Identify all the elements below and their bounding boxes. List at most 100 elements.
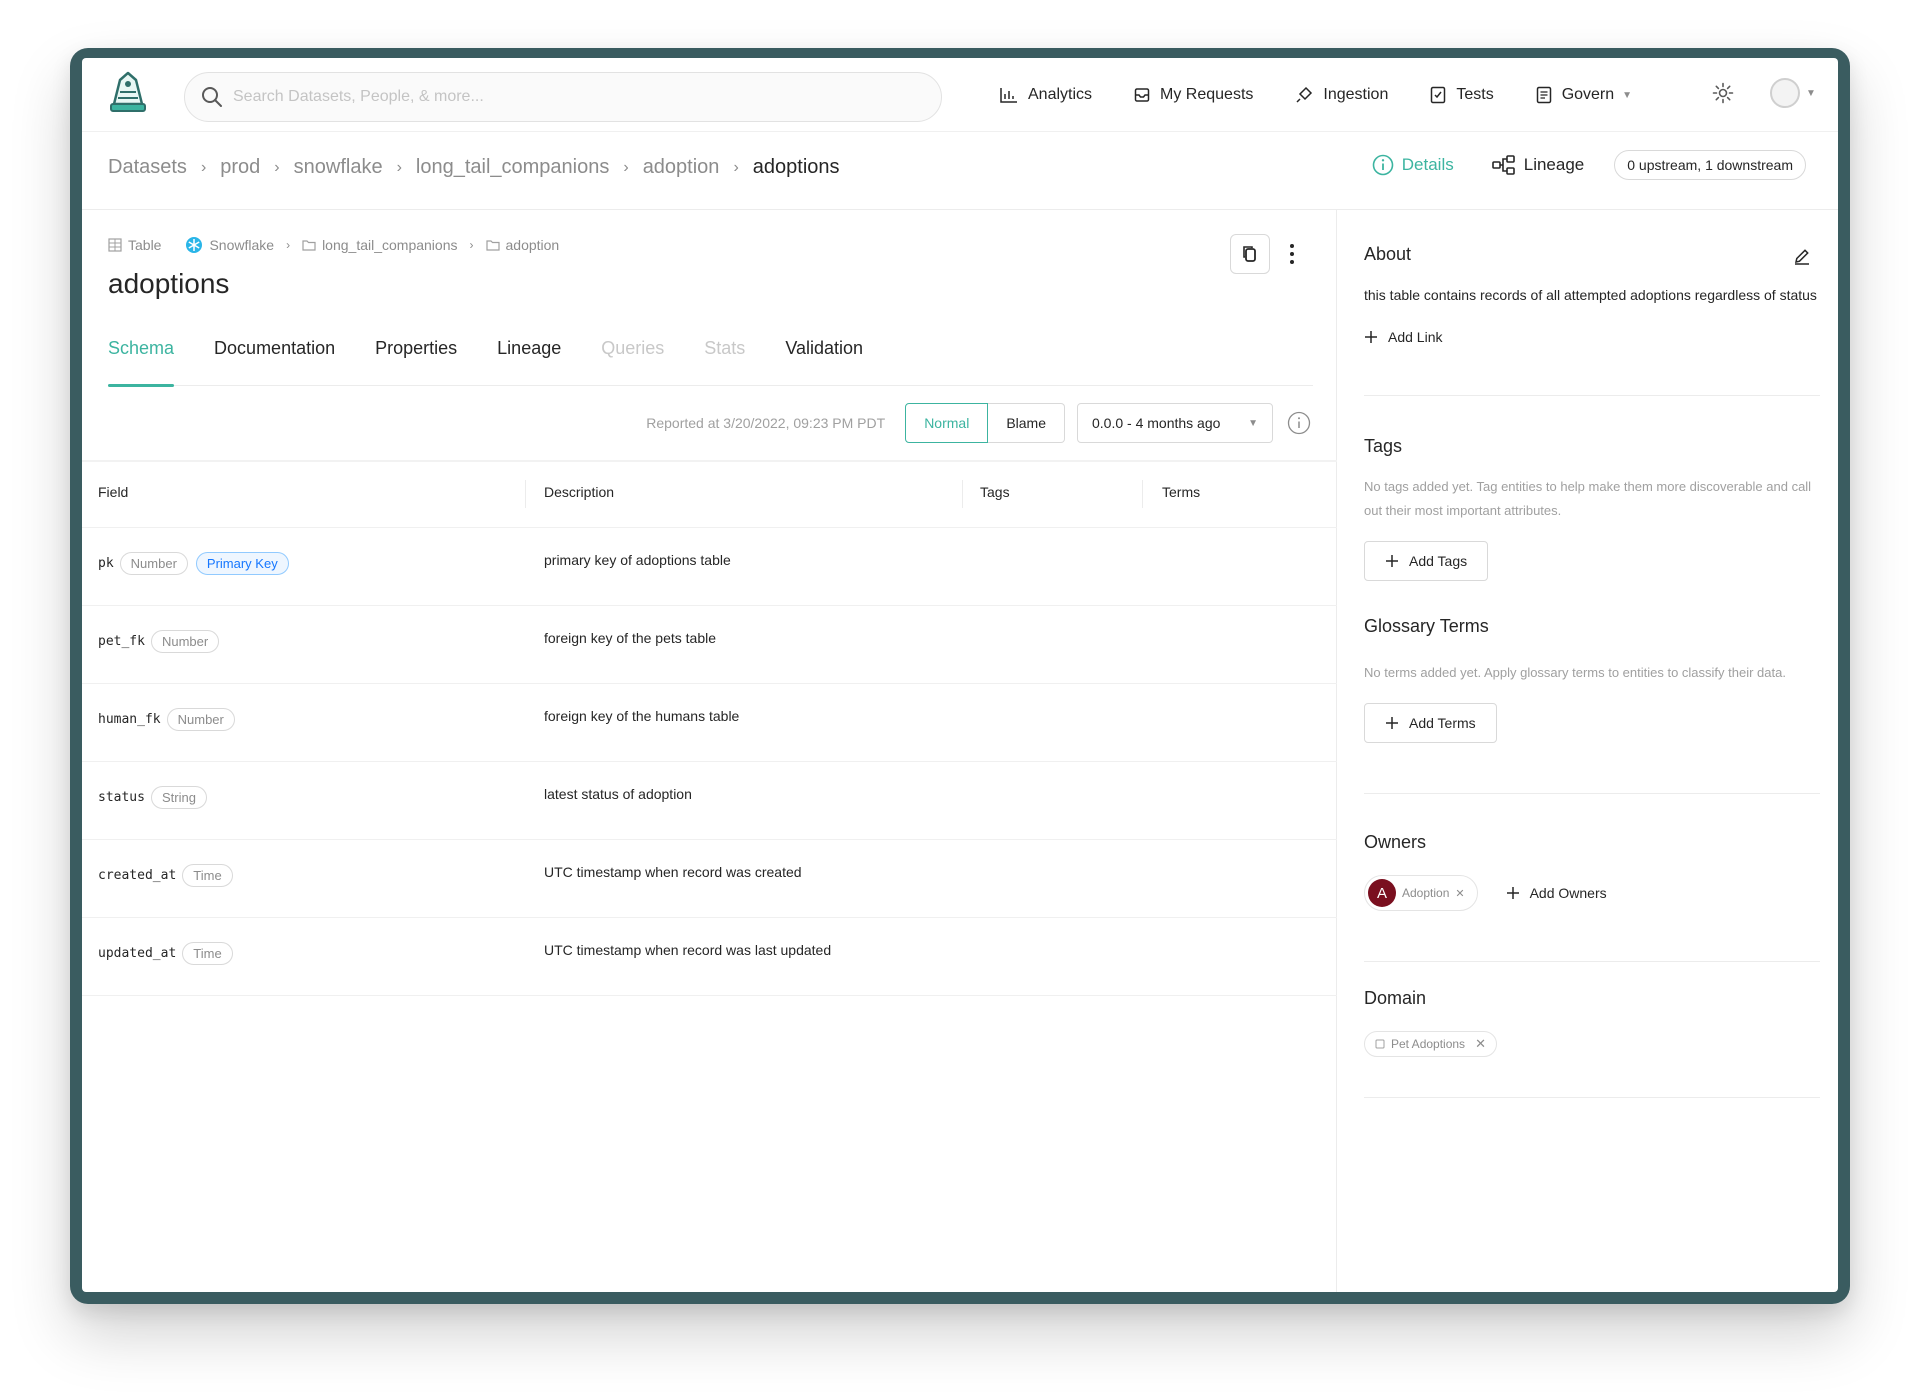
breadcrumb-item[interactable]: adoption — [643, 156, 720, 179]
glossary-empty-text: No terms added yet. Apply glossary terms… — [1364, 665, 1786, 680]
nav-govern[interactable]: Govern ▼ — [1536, 86, 1632, 104]
nav-ingestion[interactable]: Ingestion — [1295, 86, 1388, 104]
entity-context: Table Snowflake › long_tail_companions ›… — [108, 236, 559, 254]
plus-icon — [1365, 331, 1377, 343]
snowflake-icon — [186, 237, 203, 253]
tags-title: Tags — [1364, 436, 1403, 456]
container-label[interactable]: adoption — [506, 237, 560, 253]
add-terms-button[interactable]: Add Terms — [1364, 703, 1497, 743]
field-type-badge: Time — [182, 942, 233, 965]
add-tags-label: Add Tags — [1409, 553, 1468, 569]
column-divider — [962, 480, 963, 508]
column-header-field[interactable]: Field — [98, 484, 128, 500]
breadcrumb-item[interactable]: long_tail_companions — [416, 156, 609, 179]
user-menu[interactable]: ▼ — [1770, 78, 1816, 108]
platform-label[interactable]: Snowflake — [209, 237, 274, 253]
column-divider — [1142, 480, 1143, 508]
chevron-down-icon: ▼ — [1806, 87, 1816, 99]
table-row[interactable]: created_at Time UTC timestamp when recor… — [82, 840, 1337, 918]
add-owners-button[interactable]: Add Owners — [1506, 885, 1607, 901]
normal-view-button[interactable]: Normal — [905, 403, 989, 443]
chevron-right-icon: › — [733, 158, 739, 176]
book-icon — [1536, 86, 1551, 104]
version-select[interactable]: 0.0.0 - 4 months ago ▼ — [1077, 403, 1273, 443]
column-header-description[interactable]: Description — [544, 484, 614, 500]
search-input[interactable] — [233, 88, 833, 106]
field-name: created_at — [98, 868, 177, 883]
add-link-button[interactable]: Add Link — [1364, 329, 1820, 345]
table-row[interactable]: updated_at Time UTC timestamp when recor… — [82, 918, 1337, 996]
tab-validation[interactable]: Validation — [785, 328, 863, 386]
search-bar[interactable] — [184, 72, 942, 122]
version-value: 0.0.0 - 4 months ago — [1092, 415, 1221, 431]
bar-chart-icon — [1000, 88, 1017, 103]
close-icon[interactable]: ✕ — [1455, 887, 1464, 900]
lineage-toggle[interactable]: Lineage — [1491, 154, 1584, 176]
breadcrumb: Datasets › prod › snowflake › long_tail_… — [108, 156, 840, 179]
field-description[interactable]: primary key of adoptions table — [544, 552, 731, 568]
copy-urn-button[interactable] — [1230, 234, 1270, 274]
owners-title: Owners — [1364, 832, 1427, 852]
avatar — [1770, 78, 1800, 108]
nav-my-requests[interactable]: My Requests — [1134, 86, 1253, 104]
lineage-count-badge[interactable]: 0 upstream, 1 downstream — [1614, 150, 1806, 180]
table-row[interactable]: pet_fk Number foreign key of the pets ta… — [82, 606, 1337, 684]
field-description[interactable]: foreign key of the pets table — [544, 630, 716, 646]
tab-documentation[interactable]: Documentation — [214, 328, 335, 386]
domain-section: Domain Pet Adoptions ✕ — [1364, 988, 1820, 1098]
field-description[interactable]: foreign key of the humans table — [544, 708, 739, 724]
details-toggle[interactable]: Details — [1372, 154, 1454, 176]
nav-my-requests-label: My Requests — [1160, 86, 1254, 103]
folder-icon — [485, 240, 500, 251]
breadcrumb-item[interactable]: Datasets — [108, 156, 187, 179]
search-icon — [202, 87, 222, 107]
tab-lineage[interactable]: Lineage — [497, 328, 561, 386]
breadcrumb-current: adoptions — [752, 156, 840, 178]
table-icon — [108, 238, 122, 252]
container-label[interactable]: long_tail_companions — [322, 237, 457, 253]
schema-table-header: Field Description Tags Terms — [82, 462, 1337, 528]
add-owners-label: Add Owners — [1529, 885, 1607, 901]
file-check-icon — [1431, 86, 1446, 104]
glossary-title: Glossary Terms — [1364, 616, 1489, 636]
gear-icon[interactable] — [1712, 82, 1734, 104]
column-header-tags[interactable]: Tags — [980, 484, 1010, 500]
breadcrumb-item[interactable]: snowflake — [294, 156, 383, 179]
entity-type-label: Table — [128, 237, 162, 253]
domain-name: Pet Adoptions — [1391, 1037, 1466, 1051]
table-row[interactable]: status String latest status of adoption — [82, 762, 1337, 840]
field-description[interactable]: UTC timestamp when record was last updat… — [544, 942, 831, 958]
chevron-right-icon: › — [274, 158, 280, 176]
chevron-down-icon: ▼ — [1622, 89, 1633, 101]
close-icon[interactable]: ✕ — [1475, 1036, 1486, 1052]
datahub-logo-icon[interactable] — [106, 70, 150, 116]
more-options-icon[interactable] — [1284, 236, 1300, 272]
chevron-right-icon: › — [286, 238, 291, 252]
plus-icon — [1506, 887, 1519, 899]
field-description[interactable]: UTC timestamp when record was created — [544, 864, 802, 880]
field-type-badge: String — [150, 786, 207, 809]
table-row[interactable]: pk Number Primary Key primary key of ado… — [82, 528, 1337, 606]
column-header-terms[interactable]: Terms — [1162, 484, 1200, 500]
owner-name: Adoption — [1402, 886, 1450, 900]
nav-analytics[interactable]: Analytics — [1000, 86, 1092, 104]
domain-title: Domain — [1364, 988, 1427, 1008]
domain-tag[interactable]: Pet Adoptions ✕ — [1364, 1031, 1497, 1057]
details-label: Details — [1401, 155, 1454, 174]
breadcrumb-item[interactable]: prod — [220, 156, 260, 179]
main-panel: Table Snowflake › long_tail_companions ›… — [82, 210, 1337, 1292]
edit-icon[interactable] — [1792, 246, 1812, 266]
field-description[interactable]: latest status of adoption — [544, 786, 692, 802]
nav-tests-label: Tests — [1456, 86, 1494, 103]
owner-tag[interactable]: A Adoption ✕ — [1364, 875, 1478, 911]
tab-schema[interactable]: Schema — [108, 328, 175, 387]
nav-ingestion-label: Ingestion — [1323, 86, 1389, 103]
table-row[interactable]: human_fk Number foreign key of the human… — [82, 684, 1337, 762]
plus-icon — [1386, 555, 1398, 567]
blame-view-button[interactable]: Blame — [988, 403, 1065, 443]
add-tags-button[interactable]: Add Tags — [1364, 541, 1489, 581]
info-circle-icon[interactable] — [1287, 411, 1311, 435]
glossary-section: Glossary Terms No terms added yet. Apply… — [1364, 616, 1820, 794]
tab-properties[interactable]: Properties — [375, 328, 457, 386]
nav-tests[interactable]: Tests — [1430, 86, 1494, 104]
